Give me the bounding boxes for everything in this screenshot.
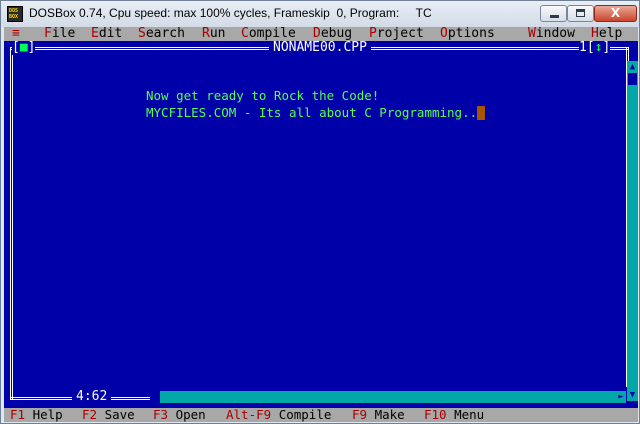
menu-hotkey: R xyxy=(202,26,210,41)
status-key-label: Save xyxy=(104,407,135,422)
window-titlebar[interactable]: DOS BOX DOSBox 0.74, Cpu speed: max 100%… xyxy=(1,1,639,27)
menu-label: ile xyxy=(51,26,76,41)
menu-label: roject xyxy=(376,26,424,41)
status-key-open[interactable]: F3 Open xyxy=(153,408,206,422)
frame-border-left xyxy=(10,47,13,399)
menu-label: elp xyxy=(598,26,623,41)
window-number-zoom[interactable]: 1[↕] xyxy=(579,40,611,55)
status-key-menu[interactable]: F10 Menu xyxy=(424,408,484,422)
menu-hotkey: O xyxy=(440,26,448,41)
menu-hotkey: S xyxy=(138,26,146,41)
menu-help[interactable]: Help xyxy=(591,27,622,41)
status-key: Alt-F9 xyxy=(226,407,272,422)
window-title: DOSBox 0.74, Cpu speed: max 100% cycles,… xyxy=(29,6,432,20)
close-box-open: [ xyxy=(12,40,20,55)
code-line-2[interactable]: MYCFILES.COM - Its all about C Programmi… xyxy=(146,105,486,120)
menu-label: dit xyxy=(98,26,123,41)
status-key-label: Menu xyxy=(454,407,485,422)
zoom-box-end: ] xyxy=(602,40,611,55)
code-line-1[interactable]: Now get ready to Rock the Code! xyxy=(146,89,379,103)
menu-hotkey: H xyxy=(591,26,599,41)
status-key-label: Compile xyxy=(278,407,332,422)
status-key-help[interactable]: F1 Help xyxy=(10,408,63,422)
menu-bar: ≡ File Edit Search Run Compile Debug Pro… xyxy=(4,27,638,41)
menu-label: ompile xyxy=(248,26,296,41)
cursor-position-indicator: 4:62 xyxy=(72,390,112,404)
menu-project[interactable]: Project xyxy=(369,27,424,41)
horizontal-scrollbar[interactable]: ► xyxy=(150,391,626,403)
minimize-icon xyxy=(550,15,559,18)
menu-label: indow xyxy=(535,26,575,41)
menu-compile[interactable]: Compile xyxy=(241,27,296,41)
editor-file-title: NONAME00.CPP xyxy=(269,41,371,55)
status-key-label: Help xyxy=(32,407,63,422)
scroll-down-arrow-icon[interactable]: ▼ xyxy=(627,389,638,401)
code-line-2-text: MYCFILES.COM - Its all about C Programmi… xyxy=(146,105,478,120)
dos-screen[interactable]: ≡ File Edit Search Run Compile Debug Pro… xyxy=(4,27,638,422)
vertical-scroll-thumb[interactable] xyxy=(628,73,637,85)
maximize-icon xyxy=(576,9,585,17)
scroll-right-arrow-icon[interactable]: ► xyxy=(616,391,626,403)
menu-hotkey: C xyxy=(241,26,249,41)
menu-window[interactable]: Window xyxy=(528,27,575,41)
menu-options[interactable]: Options xyxy=(440,27,495,41)
vertical-scrollbar[interactable]: ▲ ▼ xyxy=(627,61,638,401)
menu-label: un xyxy=(209,26,226,41)
status-key-save[interactable]: F2 Save xyxy=(82,408,135,422)
status-key-make[interactable]: F9 Make xyxy=(352,408,405,422)
menu-hotkey: E xyxy=(91,26,99,41)
minimize-button[interactable] xyxy=(540,5,567,22)
status-key-label: Make xyxy=(374,407,405,422)
window-number: 1 xyxy=(579,40,587,55)
close-icon: X xyxy=(610,6,621,20)
menu-file[interactable]: File xyxy=(44,27,75,41)
status-key-compile[interactable]: Alt-F9 Compile xyxy=(226,408,331,422)
status-bar: F1 Help F2 Save F3 Open Alt-F9 Compile F… xyxy=(4,408,638,422)
close-box-icon: ■ xyxy=(19,40,28,55)
status-key: F2 xyxy=(82,407,98,422)
editor-window[interactable]: [■] NONAME00.CPP 1[↕] Now get ready to R… xyxy=(4,41,638,408)
system-menu-icon[interactable]: ≡ xyxy=(12,27,20,41)
zoom-box-open: [ xyxy=(586,40,595,55)
menu-label: ptions xyxy=(447,26,495,41)
app-icon-text: DOS BOX xyxy=(9,8,19,20)
dosbox-app-icon[interactable]: DOS BOX xyxy=(7,6,23,22)
editor-close-box[interactable]: [■] xyxy=(12,40,36,55)
menu-search[interactable]: Search xyxy=(138,27,185,41)
menu-run[interactable]: Run xyxy=(202,27,225,41)
menu-hotkey: W xyxy=(528,26,536,41)
status-key: F1 xyxy=(10,407,26,422)
menu-label: earch xyxy=(145,26,185,41)
menu-edit[interactable]: Edit xyxy=(91,27,122,41)
close-button[interactable]: X xyxy=(594,5,637,22)
scroll-up-arrow-icon[interactable]: ▲ xyxy=(627,61,638,73)
status-key: F10 xyxy=(424,407,447,422)
status-key-label: Open xyxy=(175,407,206,422)
close-box-end: ] xyxy=(27,40,36,55)
text-cursor xyxy=(477,106,486,120)
menu-label: ebug xyxy=(320,26,353,41)
status-key: F9 xyxy=(352,407,368,422)
menu-hotkey: F xyxy=(44,26,52,41)
menu-hotkey: P xyxy=(369,26,377,41)
dosbox-window: DOS BOX DOSBox 0.74, Cpu speed: max 100%… xyxy=(0,0,640,424)
horizontal-scroll-thumb[interactable] xyxy=(150,391,160,403)
maximize-button[interactable] xyxy=(567,5,594,22)
menu-hotkey: D xyxy=(313,26,321,41)
menu-debug[interactable]: Debug xyxy=(313,27,352,41)
status-key: F3 xyxy=(153,407,169,422)
